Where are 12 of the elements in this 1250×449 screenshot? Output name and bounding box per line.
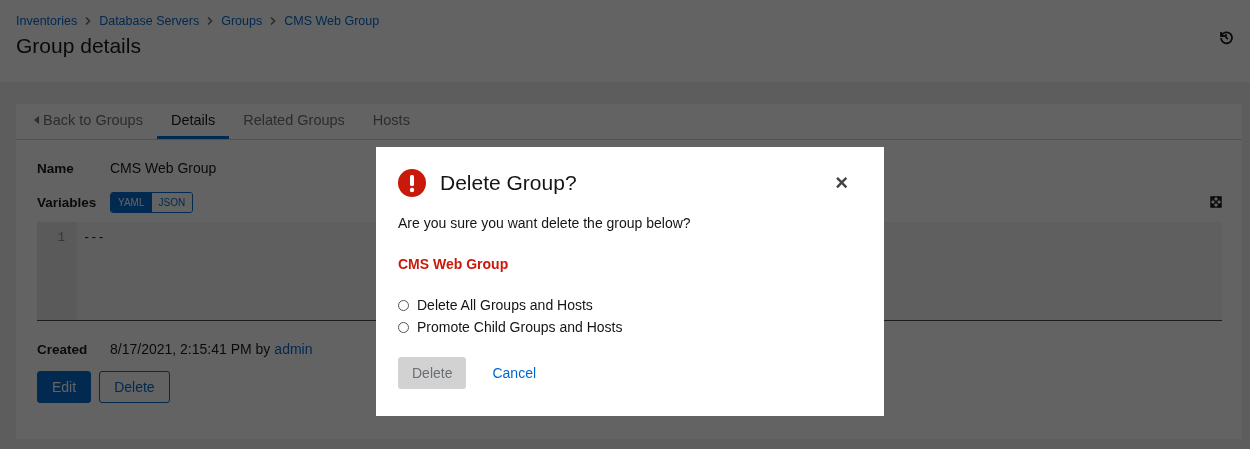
field-value: CMS Web Group bbox=[110, 160, 217, 176]
field-label: Name bbox=[37, 160, 75, 176]
field-label: Created bbox=[37, 341, 89, 357]
modal-message: Are you sure you want delete the group below? bbox=[398, 215, 692, 231]
group-name: CMS Web Group bbox=[398, 256, 510, 272]
radio-label: Promote Child Groups and Hosts bbox=[417, 319, 623, 335]
code-text: --- bbox=[82, 230, 106, 247]
page-title: Group details bbox=[16, 34, 142, 58]
field-label: Variables bbox=[37, 194, 98, 210]
field-value: 8/17/2021, 2:15:41 PM by bbox=[110, 341, 271, 357]
radio-label: Delete All Groups and Hosts bbox=[417, 297, 593, 313]
modal-title: Delete Group? bbox=[440, 171, 578, 195]
